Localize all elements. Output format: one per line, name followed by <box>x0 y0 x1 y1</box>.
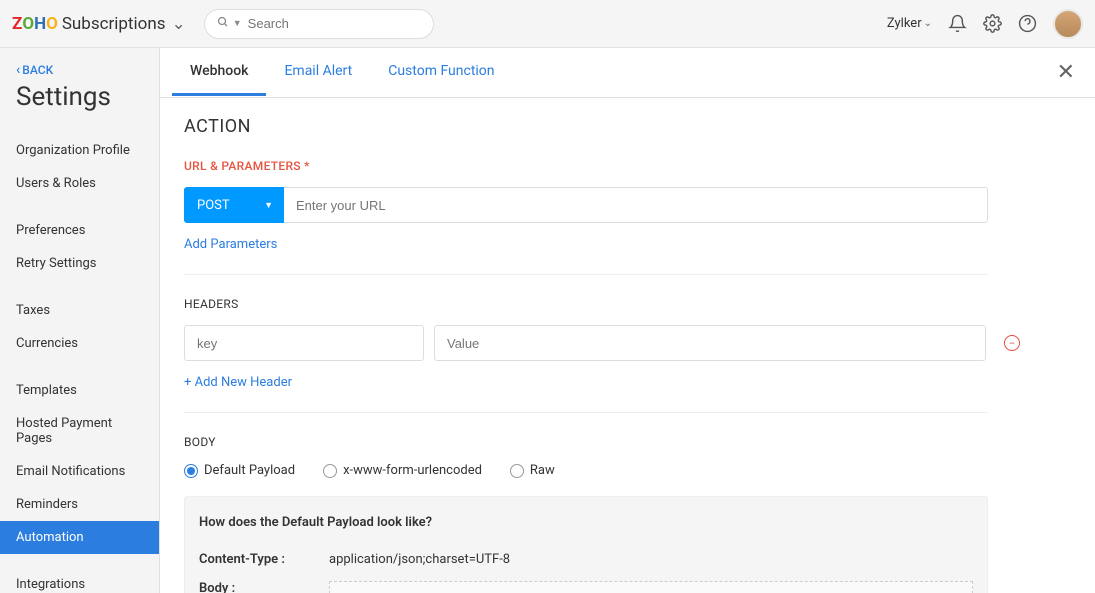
app-name: Subscriptions <box>62 14 166 34</box>
gear-icon[interactable] <box>983 14 1002 33</box>
sidebar-item-preferences[interactable]: Preferences <box>0 214 159 247</box>
main-layout: ‹ BACK Settings Organization Profile Use… <box>0 48 1095 593</box>
radio-form-urlencoded[interactable]: x-www-form-urlencoded <box>323 463 482 478</box>
search-icon <box>217 16 229 31</box>
sidebar-item-templates[interactable]: Templates <box>0 374 159 407</box>
header-key-input[interactable] <box>184 325 424 361</box>
back-label: BACK <box>22 63 53 77</box>
back-link[interactable]: ‹ BACK <box>16 62 143 78</box>
content-type-label: Content-Type : <box>199 552 329 567</box>
remove-header-icon[interactable]: − <box>1004 335 1020 351</box>
logo-o1: O <box>22 14 34 34</box>
chevron-left-icon: ‹ <box>16 62 20 78</box>
radio-label: Default Payload <box>204 463 295 478</box>
app-logo[interactable]: ZOHO Subscriptions ⌄ <box>12 14 186 34</box>
add-parameters-link[interactable]: Add Parameters <box>184 237 277 252</box>
sidebar-item-retry[interactable]: Retry Settings <box>0 247 159 280</box>
search-scope-dropdown-icon[interactable]: ▼ <box>233 18 242 29</box>
body-code-preview: { "data": { "invoice": { "invoice_id": "… <box>329 581 973 593</box>
search-input[interactable] <box>248 16 424 31</box>
payload-question: How does the Default Payload look like? <box>199 515 973 530</box>
close-icon[interactable]: ✕ <box>1049 56 1083 89</box>
header-right: Zylker ⌄ <box>887 9 1083 39</box>
radio-icon <box>323 464 337 478</box>
sidebar-item-users-roles[interactable]: Users & Roles <box>0 167 159 200</box>
sidebar-item-currencies[interactable]: Currencies <box>0 327 159 360</box>
logo-z: Z <box>12 14 22 34</box>
page-title: Settings <box>16 82 143 112</box>
radio-default-payload[interactable]: Default Payload <box>184 463 295 478</box>
content: Webhook Email Alert Custom Function ✕ AC… <box>160 48 1095 593</box>
radio-label: x-www-form-urlencoded <box>343 463 482 478</box>
chevron-down-icon: ⌄ <box>172 14 186 34</box>
logo-o2: O <box>46 14 58 34</box>
sidebar-item-hosted-payment[interactable]: Hosted Payment Pages <box>0 407 159 455</box>
chevron-down-icon: ▼ <box>264 200 273 211</box>
header-value-input[interactable] <box>434 325 986 361</box>
sidebar-item-taxes[interactable]: Taxes <box>0 294 159 327</box>
sidebar-item-reminders[interactable]: Reminders <box>0 488 159 521</box>
tab-custom-function[interactable]: Custom Function <box>370 49 512 96</box>
top-header: ZOHO Subscriptions ⌄ ▼ Zylker ⌄ <box>0 0 1095 48</box>
radio-raw[interactable]: Raw <box>510 463 555 478</box>
tab-email-alert[interactable]: Email Alert <box>266 49 370 96</box>
radio-icon <box>184 464 198 478</box>
section-heading: ACTION <box>184 116 1071 137</box>
org-name: Zylker <box>887 16 922 31</box>
sidebar-item-email-notifications[interactable]: Email Notifications <box>0 455 159 488</box>
headers-section-label: HEADERS <box>184 297 1071 311</box>
global-search[interactable]: ▼ <box>204 9 434 39</box>
sidebar-item-automation[interactable]: Automation <box>0 521 159 554</box>
chevron-down-icon: ⌄ <box>924 18 932 29</box>
http-method-dropdown[interactable]: POST ▼ <box>184 187 284 223</box>
add-header-link[interactable]: + Add New Header <box>184 375 292 390</box>
url-input[interactable] <box>284 187 988 223</box>
sidebar: ‹ BACK Settings Organization Profile Use… <box>0 48 160 593</box>
required-asterisk: * <box>304 159 310 173</box>
http-method-value: POST <box>197 198 230 213</box>
tab-webhook[interactable]: Webhook <box>172 49 266 96</box>
body-label: Body : <box>199 581 329 593</box>
radio-label: Raw <box>530 463 555 478</box>
body-section-label: BODY <box>184 435 1071 449</box>
content-type-value: application/json;charset=UTF-8 <box>329 552 973 567</box>
org-switcher[interactable]: Zylker ⌄ <box>887 16 932 31</box>
bell-icon[interactable] <box>948 14 967 33</box>
avatar[interactable] <box>1053 9 1083 39</box>
radio-icon <box>510 464 524 478</box>
payload-preview-box: How does the Default Payload look like? … <box>184 496 988 593</box>
help-icon[interactable] <box>1018 14 1037 33</box>
logo-h: H <box>34 14 46 34</box>
tabs: Webhook Email Alert Custom Function ✕ <box>160 48 1095 98</box>
sidebar-item-integrations[interactable]: Integrations <box>0 568 159 593</box>
sidebar-item-org-profile[interactable]: Organization Profile <box>0 134 159 167</box>
url-section-label: URL & PARAMETERS * <box>184 159 1071 173</box>
